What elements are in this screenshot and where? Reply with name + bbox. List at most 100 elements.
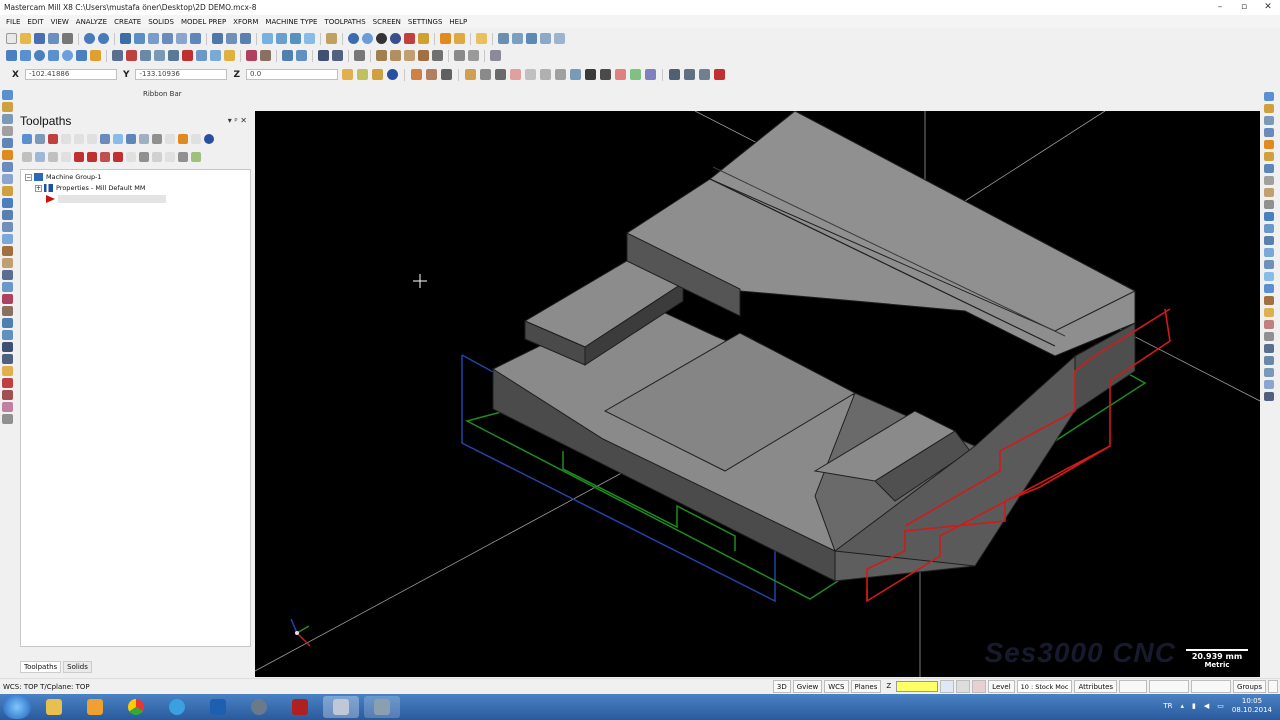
move-down-icon[interactable] (74, 152, 84, 162)
only-show-icon[interactable] (139, 152, 149, 162)
graphics-viewport[interactable]: Ses3000 CNC 20.939 mm Metric (255, 111, 1260, 677)
fill-icon[interactable] (956, 680, 971, 693)
show-stock-icon[interactable] (191, 152, 201, 162)
surface-rough-icon[interactable] (2, 246, 13, 256)
taskbar-app9[interactable] (364, 696, 400, 718)
trim-toolpath-icon[interactable] (2, 306, 13, 316)
slot-icon[interactable] (2, 162, 13, 172)
panel-controls[interactable]: ▾ ᵖ ✕ (228, 116, 247, 125)
trim-icon[interactable] (112, 50, 123, 61)
revolve-icon[interactable] (1264, 380, 1274, 389)
arrow-icon[interactable] (585, 69, 597, 80)
window-icon[interactable] (555, 69, 567, 80)
groups-button[interactable]: Groups (1233, 680, 1266, 693)
fast-point-icon[interactable] (357, 69, 369, 80)
only-show-related-icon[interactable] (152, 152, 162, 162)
single-icon[interactable] (525, 69, 537, 80)
menu-solids[interactable]: SOLIDS (148, 18, 174, 26)
backplot-icon[interactable] (454, 50, 465, 61)
3d-button[interactable]: 3D (772, 680, 791, 693)
options-icon[interactable] (554, 33, 565, 44)
level-select[interactable]: 10 : Stock Moc (1016, 680, 1073, 693)
collapse-toggle[interactable]: − (25, 173, 32, 181)
stock-icon[interactable] (2, 342, 13, 352)
drill-toolpath-icon[interactable] (2, 114, 13, 124)
check-holder-icon[interactable] (2, 330, 13, 340)
fit-icon[interactable] (120, 33, 131, 44)
wireframe-toolpath-icon[interactable] (2, 270, 13, 280)
regenerate-icon[interactable] (48, 134, 58, 144)
window-select-icon[interactable] (480, 69, 492, 80)
high-feed-icon[interactable] (152, 134, 162, 144)
surface-finish-icon[interactable] (2, 258, 13, 268)
gview-button[interactable]: Gview (792, 680, 823, 693)
arc-icon[interactable] (62, 50, 73, 61)
sketch-icon[interactable] (372, 69, 384, 80)
unzoom-icon[interactable] (176, 33, 187, 44)
show-geometry-icon[interactable] (178, 152, 188, 162)
move-up-icon[interactable] (87, 152, 97, 162)
red-mask-icon[interactable] (615, 69, 627, 80)
level-icon[interactable] (1264, 92, 1274, 101)
status-arrow-icon[interactable] (1268, 680, 1278, 693)
save-icon[interactable] (34, 33, 45, 44)
tree-node-insert-arrow[interactable] (46, 195, 166, 203)
menu-edit[interactable]: EDIT (27, 18, 43, 26)
delete-toolpath-icon[interactable] (178, 134, 188, 144)
minimize-button[interactable]: – (1208, 0, 1232, 15)
nest-icon[interactable] (2, 318, 13, 328)
mirror-icon[interactable] (196, 50, 207, 61)
area-mill-icon[interactable] (2, 210, 13, 220)
layer-icon[interactable] (1264, 116, 1274, 125)
menu-xform[interactable]: XFORM (233, 18, 258, 26)
network-icon[interactable]: ▮ (1192, 702, 1196, 710)
menu-screen[interactable]: SCREEN (373, 18, 401, 26)
quick-mask-icon[interactable] (600, 69, 612, 80)
toggle-display-icon[interactable] (35, 152, 45, 162)
taskbar-chrome[interactable] (118, 696, 154, 718)
autocursor-icon[interactable] (342, 69, 354, 80)
note-icon[interactable] (296, 50, 307, 61)
remove-icon[interactable] (1264, 320, 1274, 329)
offset-icon[interactable] (168, 50, 179, 61)
brush-icon[interactable] (454, 33, 465, 44)
solid-select-icon[interactable] (570, 69, 582, 80)
helix-icon[interactable] (2, 174, 13, 184)
settings-icon[interactable] (1264, 176, 1274, 185)
image-icon[interactable] (1264, 164, 1274, 173)
measure-icon[interactable] (512, 33, 523, 44)
check-icon[interactable] (498, 33, 509, 44)
battery-icon[interactable]: ▭ (1217, 702, 1224, 710)
blend-mill-icon[interactable] (2, 222, 13, 232)
menu-settings[interactable]: SETTINGS (408, 18, 442, 26)
tab-solids[interactable]: Solids (63, 661, 92, 673)
trim-surface-icon[interactable] (1264, 272, 1274, 281)
rotate-icon[interactable] (212, 33, 223, 44)
planes-button[interactable]: Planes (850, 680, 882, 693)
chain-icon[interactable] (540, 69, 552, 80)
print-icon[interactable] (62, 33, 73, 44)
point-icon[interactable] (6, 50, 17, 61)
point-style-select[interactable] (1119, 680, 1148, 693)
taskbar-app7[interactable] (282, 696, 318, 718)
surface-icon[interactable] (1264, 236, 1274, 245)
mask-icon[interactable] (465, 69, 477, 80)
translucent-sphere-icon[interactable] (390, 33, 401, 44)
menu-view[interactable]: VIEW (51, 18, 69, 26)
dynamic-rotate-icon[interactable] (240, 33, 251, 44)
select-dirty-icon[interactable] (35, 134, 45, 144)
pocket-toolpath-icon[interactable] (2, 126, 13, 136)
spline-icon[interactable] (76, 50, 87, 61)
wcs-button[interactable]: WCS (824, 680, 849, 693)
start-button-icon[interactable] (3, 695, 31, 719)
offset-surface-icon[interactable] (1264, 248, 1274, 257)
color-icon[interactable] (418, 33, 429, 44)
archive-icon[interactable] (1264, 188, 1274, 197)
scroll-icon[interactable] (113, 152, 123, 162)
pan-icon[interactable] (226, 33, 237, 44)
shaded-sphere-icon[interactable] (362, 33, 373, 44)
pencil-tool-icon[interactable] (1264, 140, 1274, 149)
chamfer-icon[interactable] (154, 50, 165, 61)
help-icon[interactable] (387, 69, 399, 80)
dynamic-mill-icon[interactable] (2, 198, 13, 208)
